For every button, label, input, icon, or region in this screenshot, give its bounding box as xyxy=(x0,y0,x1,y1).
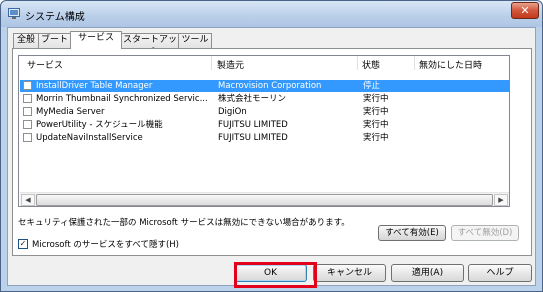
checkbox-checked-icon[interactable]: ✓ xyxy=(18,239,28,249)
service-status: 停止 xyxy=(363,81,381,91)
tab-general[interactable]: 全般 xyxy=(13,33,39,48)
service-maker: FUJITSU LIMITED xyxy=(218,120,288,130)
scroll-left-icon[interactable]: ◀ xyxy=(21,194,35,206)
service-maker: DigiOn xyxy=(218,107,247,117)
close-icon: ✕ xyxy=(520,4,530,17)
column-header-service[interactable]: サービス xyxy=(27,58,63,71)
table-row[interactable]: PowerUtility - スケジュール機能 FUJITSU LIMITED … xyxy=(20,119,509,131)
tab-label: サービス xyxy=(77,33,114,43)
ok-button[interactable]: OK xyxy=(234,264,307,282)
table-row[interactable]: UpdateNaviInstallService FUJITSU LIMITED… xyxy=(20,132,509,144)
column-header-status[interactable]: 状態 xyxy=(362,58,380,71)
service-checkbox[interactable] xyxy=(23,107,32,116)
service-name: Morrin Thumbnail Synchronized Servic... xyxy=(36,94,208,104)
service-name: UpdateNaviInstallService xyxy=(36,133,143,143)
service-status: 実行中 xyxy=(363,133,389,143)
scroll-right-icon[interactable]: ▶ xyxy=(494,194,508,206)
service-checkbox[interactable] xyxy=(23,120,32,129)
table-row[interactable]: Morrin Thumbnail Synchronized Servic... … xyxy=(20,93,509,105)
tab-label: 全般 xyxy=(16,35,35,45)
table-row[interactable]: MyMedia Server DigiOn 実行中 xyxy=(20,106,509,118)
tab-services[interactable]: サービス xyxy=(70,31,122,49)
close-button[interactable]: ✕ xyxy=(511,2,539,19)
cancel-button[interactable]: キャンセル xyxy=(313,264,386,282)
system-config-window: システム構成 ✕ 全般 ブート サービス スタートアップ ツール サービス 製造… xyxy=(0,0,543,292)
services-list[interactable]: サービス 製造元 状態 無効にした日時 InstallDriver Table … xyxy=(18,55,510,207)
service-maker: FUJITSU LIMITED xyxy=(218,133,288,143)
service-maker: Macrovision Corporation xyxy=(218,81,322,91)
service-status: 実行中 xyxy=(363,120,389,130)
tab-tools[interactable]: ツール xyxy=(178,33,212,48)
services-panel: サービス 製造元 状態 無効にした日時 InstallDriver Table … xyxy=(12,48,532,256)
scrollbar-thumb[interactable] xyxy=(36,194,493,206)
hide-ms-services-label: Microsoft のサービスをすべて隠す(H) xyxy=(32,240,179,250)
tab-startup[interactable]: スタートアップ xyxy=(121,33,179,58)
service-status: 実行中 xyxy=(363,94,389,104)
column-divider[interactable] xyxy=(357,56,358,70)
service-checkbox[interactable] xyxy=(23,94,32,103)
enable-all-button[interactable]: すべて有効(E) xyxy=(378,225,446,241)
protected-services-notice: セキュリティ保護された一部の Microsoft サービスは無効にできない場合が… xyxy=(18,218,350,228)
service-name: InstallDriver Table Manager xyxy=(36,81,153,91)
tab-boot[interactable]: ブート xyxy=(38,33,71,48)
tab-label: ツール xyxy=(181,35,209,45)
apply-button[interactable]: 適用(A) xyxy=(391,264,464,282)
column-divider[interactable] xyxy=(211,56,212,70)
service-maker: 株式会社モーリン xyxy=(218,94,287,104)
column-header-maker[interactable]: 製造元 xyxy=(217,58,244,71)
service-status: 実行中 xyxy=(363,107,389,117)
service-checkbox[interactable] xyxy=(23,81,32,90)
window-title: システム構成 xyxy=(25,12,85,23)
disable-all-button[interactable]: すべて無効(D) xyxy=(451,225,519,241)
title-bar[interactable]: システム構成 ✕ xyxy=(1,1,542,27)
service-name: MyMedia Server xyxy=(36,107,105,117)
system-config-icon xyxy=(8,8,20,19)
help-button[interactable]: ヘルプ xyxy=(468,264,532,282)
tab-label: ブート xyxy=(40,35,68,45)
dialog-client-area: 全般 ブート サービス スタートアップ ツール サービス 製造元 状態 無効にし… xyxy=(7,27,536,288)
column-header-disabled-date[interactable]: 無効にした日時 xyxy=(419,58,482,71)
service-name: PowerUtility - スケジュール機能 xyxy=(36,120,163,130)
horizontal-scrollbar[interactable]: ◀ ▶ xyxy=(20,192,509,206)
table-row[interactable]: InstallDriver Table Manager Macrovision … xyxy=(20,80,509,92)
service-checkbox[interactable] xyxy=(23,133,32,142)
column-divider[interactable] xyxy=(414,56,415,70)
